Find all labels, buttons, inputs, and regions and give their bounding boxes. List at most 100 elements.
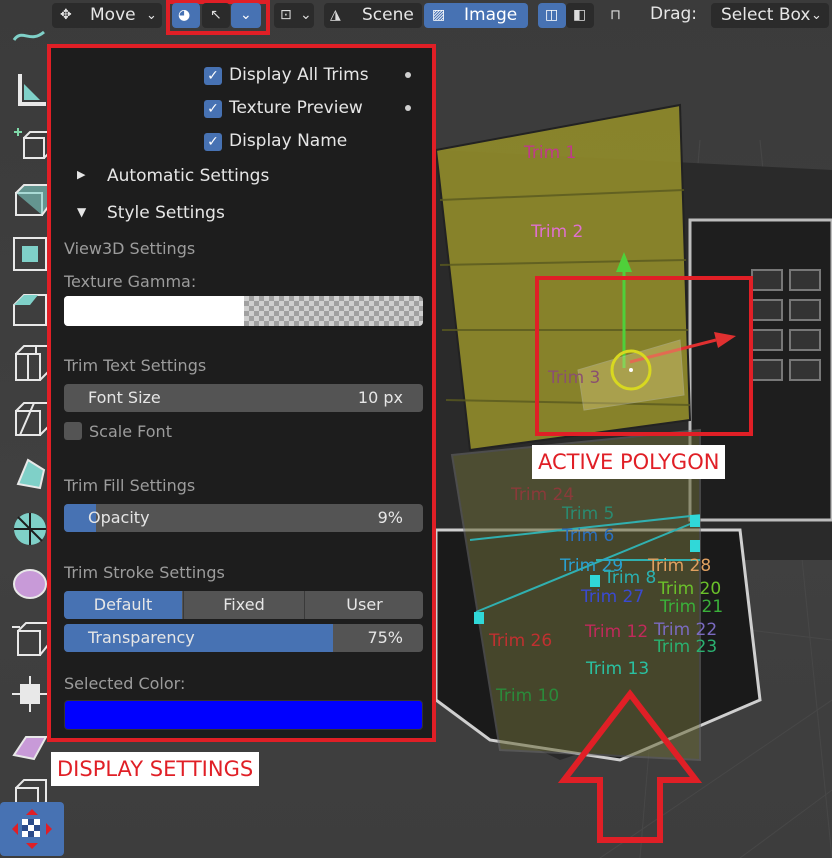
chevron-down-icon: ⌄ (300, 7, 312, 23)
stroke-mode-selector: Default Fixed User (64, 591, 423, 619)
unlock-icon: ⊓ (610, 7, 621, 23)
trim-label: Trim 1 (524, 143, 577, 163)
style-settings-subpanel[interactable]: ▼ Style Settings (77, 203, 417, 229)
transform-tool-label: Move (90, 5, 136, 25)
scene-label: Scene (362, 5, 414, 25)
spin-icon (14, 513, 46, 545)
scale-font-label: Scale Font (89, 422, 172, 441)
selected-color-swatch[interactable] (64, 700, 423, 730)
chevron-down-icon: ⌄ (146, 8, 157, 23)
trim-label: Trim 23 (654, 637, 718, 657)
display-name-checkbox[interactable]: ✓ (204, 133, 222, 151)
display-settings-annotation: DISPLAY SETTINGS (51, 752, 260, 786)
poly-build-icon (16, 458, 46, 490)
display-settings-panel: ✓ Display All Trims ✓ Texture Preview ✓ … (47, 44, 436, 742)
bevel-icon (13, 294, 47, 326)
drag-mode-value: Select Box (721, 5, 811, 25)
display-name-label: Display Name (229, 131, 348, 151)
trim-label: Trim 8 (604, 568, 657, 588)
uv-sync-icon: ◕ (178, 7, 191, 23)
display-all-trims-label: Display All Trims (229, 65, 369, 85)
overlay-icon: ◧ (573, 7, 587, 23)
active-polygon-label: ACTIVE POLYGON (532, 445, 726, 479)
texture-gamma-slider[interactable] (64, 296, 423, 326)
drag-mode-dropdown[interactable]: Select Box ⌄ (711, 3, 829, 28)
drag-label: Drag: (650, 4, 698, 24)
stroke-mode-user[interactable]: User (304, 591, 423, 619)
measure-icon (18, 74, 46, 106)
display-all-trims-checkbox[interactable]: ✓ (204, 67, 222, 85)
texture-gamma-label: Texture Gamma: (64, 272, 197, 291)
expanded-triangle-icon: ▼ (77, 205, 87, 219)
automatic-settings-label: Automatic Settings (107, 166, 270, 186)
image-icon: ▨ (432, 7, 446, 23)
trim-label: Trim 28 (648, 556, 712, 576)
extrude-icon (15, 184, 49, 216)
transparency-label: Transparency (88, 628, 195, 647)
image-mode-button[interactable]: ▨ Image (424, 3, 528, 28)
uv-select-mode-button[interactable]: ◕ (172, 3, 200, 28)
image-label: Image (464, 5, 518, 25)
active-polygon-box (535, 276, 753, 436)
chevron-down-icon: ⌄ (811, 8, 822, 23)
texture-preview-checkbox[interactable]: ✓ (204, 100, 222, 118)
trim-label: Trim 21 (660, 597, 724, 617)
overlay-button[interactable]: ◧ (566, 3, 594, 28)
shear-icon (12, 736, 48, 761)
style-settings-label: Style Settings (107, 203, 225, 223)
font-size-value: 10 px (357, 388, 403, 407)
trim-label: Trim 2 (531, 222, 584, 242)
trim-label: Trim 12 (585, 622, 649, 642)
trim-label: Trim 20 (658, 579, 722, 599)
trim-fill-settings-heading: Trim Fill Settings (64, 476, 196, 495)
transform-tool-dropdown[interactable]: ✥ Move ⌄ (52, 3, 162, 28)
annotate-icon (12, 30, 45, 41)
trim-label: Trim 13 (586, 659, 650, 679)
cursor-icon: ↖ (210, 7, 222, 23)
stroke-mode-fixed[interactable]: Fixed (183, 591, 304, 619)
trim-label: Trim 26 (489, 631, 553, 651)
transparency-value: 75% (367, 628, 403, 647)
trim-label: Trim 27 (581, 587, 645, 607)
font-size-label: Font Size (88, 388, 161, 407)
font-size-field[interactable]: Font Size 10 px (64, 384, 423, 412)
split-icon: ◫ (545, 7, 559, 23)
trim-label: Trim 10 (496, 686, 560, 706)
add-cube-icon (14, 128, 50, 159)
scene-mode-button[interactable]: ◮ Scene (324, 3, 422, 28)
opacity-slider[interactable]: Opacity 9% (64, 504, 423, 532)
scale-font-checkbox[interactable] (64, 422, 82, 440)
trim-label: Trim 6 (562, 526, 615, 546)
transparency-slider[interactable]: Transparency 75% (64, 624, 423, 652)
knife-icon (15, 402, 49, 436)
stroke-mode-default[interactable]: Default (64, 591, 182, 619)
trim-label: Trim 5 (562, 504, 615, 524)
trim-label: Trim 24 (511, 485, 575, 505)
smooth-icon (13, 569, 47, 599)
scene-icon: ◮ (330, 7, 341, 23)
opacity-value: 9% (377, 508, 403, 527)
select-cursor-button[interactable]: ↖ (202, 3, 230, 28)
keyframe-dot-icon[interactable] (405, 72, 411, 78)
texture-gamma-fill (64, 296, 244, 326)
trim-tool[interactable] (0, 802, 64, 856)
view3d-settings-heading: View3D Settings (64, 239, 196, 258)
texture-preview-label: Texture Preview (229, 98, 363, 118)
automatic-settings-subpanel[interactable]: ▶ Automatic Settings (77, 166, 417, 192)
trim-text-settings-heading: Trim Text Settings (64, 356, 207, 375)
collapsed-triangle-icon: ▶ (77, 168, 86, 181)
trim-stroke-settings-heading: Trim Stroke Settings (64, 563, 225, 582)
split-view-button[interactable]: ◫ (538, 3, 566, 28)
keyframe-dot-icon[interactable] (405, 105, 411, 111)
trim-checker-icon (12, 809, 52, 849)
select-mode-dropdown[interactable]: ⌄ (231, 3, 261, 28)
pivot-icon: ⊡ (280, 7, 292, 23)
shrink-fatten-icon (12, 676, 48, 712)
viewport-header: ✥ Move ⌄ ◕ ↖ ⌄ ⊡ ⌄ ◮ Scene ▨ Image ◫ ◧ ⊓… (0, 0, 832, 35)
selected-color-label: Selected Color: (64, 674, 186, 693)
move-icon: ✥ (60, 7, 72, 23)
chevron-down-icon: ⌄ (240, 7, 252, 23)
pivot-dropdown[interactable]: ⊡ ⌄ (274, 3, 314, 28)
lock-button[interactable]: ⊓ (604, 3, 634, 28)
inset-icon (13, 237, 47, 271)
